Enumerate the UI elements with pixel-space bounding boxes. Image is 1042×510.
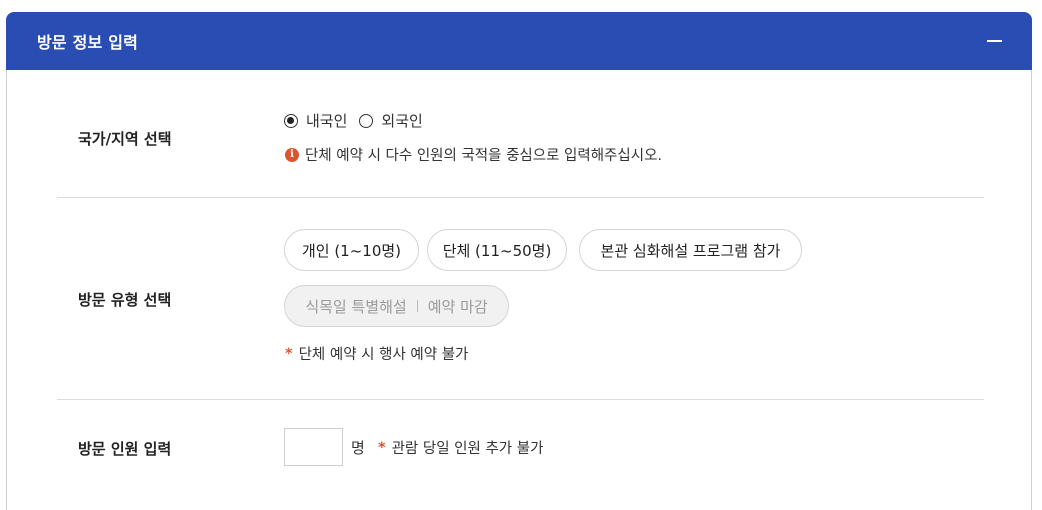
radio-unchecked-icon[interactable] (359, 113, 374, 128)
people-unit-label: 명 (351, 439, 365, 457)
country-label: 국가/지역 선택 (78, 130, 172, 148)
chip-arbor-day-label: 식목일 특별해설 (305, 297, 407, 316)
radio-checked-icon[interactable] (284, 113, 298, 128)
panel-title: 방문 정보 입력 (37, 33, 139, 52)
radio-domestic[interactable]: 내국인 (284, 110, 347, 131)
chip-program-label: 본관 심화해설 프로그램 참가 (600, 241, 781, 260)
visit-type-label: 방문 유형 선택 (78, 291, 172, 309)
visit-type-note-text: 단체 예약 시 행사 예약 불가 (298, 347, 469, 363)
nationality-notice: i 단체 예약 시 다수 인원의 국적을 중심으로 입력해주십시오. (285, 144, 662, 165)
panel-header: 방문 정보 입력 (6, 12, 1032, 70)
collapse-button[interactable] (984, 31, 1004, 51)
chip-individual-label: 개인 (1~10명) (301, 241, 402, 260)
chip-group[interactable]: 단체 (11~50명) (427, 229, 567, 271)
minus-icon (986, 40, 1002, 42)
nationality-notice-text: 단체 예약 시 다수 인원의 국적을 중심으로 입력해주십시오. (305, 148, 663, 164)
people-count-note: * 관람 당일 인원 추가 불가 (378, 437, 543, 458)
visit-type-note: * 단체 예약 시 행사 예약 불가 (285, 343, 468, 364)
nationality-radio-group: 내국인 외국인 (284, 110, 435, 131)
radio-foreign-label: 외국인 (381, 112, 423, 130)
chip-main-hall-program[interactable]: 본관 심화해설 프로그램 참가 (579, 229, 802, 271)
asterisk-icon: * (285, 345, 293, 362)
people-count-input[interactable] (284, 428, 343, 466)
asterisk-icon: * (378, 439, 386, 456)
info-icon: i (285, 147, 299, 162)
radio-foreign[interactable]: 외국인 (359, 110, 423, 131)
chip-arbor-day-closed: 식목일 특별해설 예약 마감 (284, 285, 509, 327)
divider (57, 197, 984, 198)
chip-closed-status: 예약 마감 (427, 297, 488, 316)
radio-domestic-label: 내국인 (306, 112, 348, 130)
chip-separator (416, 300, 418, 312)
panel-body: 국가/지역 선택 내국인 외국인 i 단체 예약 시 다수 인원의 국적을 중심… (6, 70, 1032, 510)
chip-group-label: 단체 (11~50명) (442, 241, 552, 260)
chip-individual[interactable]: 개인 (1~10명) (284, 229, 419, 271)
people-count-label: 방문 인원 입력 (78, 440, 172, 458)
people-count-note-text: 관람 당일 인원 추가 불가 (391, 441, 544, 457)
visit-info-panel: 방문 정보 입력 국가/지역 선택 내국인 외국인 i 단체 예약 시 다수 인… (6, 12, 1032, 510)
divider (57, 399, 984, 400)
